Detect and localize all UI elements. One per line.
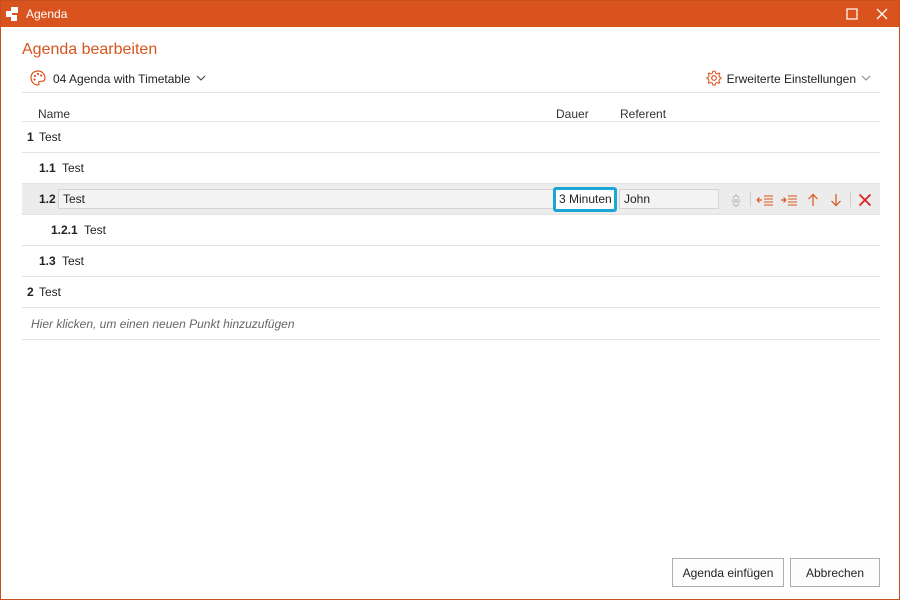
drag-handle-icon[interactable] [727, 191, 745, 209]
action-divider [750, 192, 751, 207]
item-title: Test [39, 130, 62, 144]
item-number: 1.2.1 [51, 223, 78, 237]
item-title: Test [62, 254, 85, 268]
column-header-duration: Dauer [556, 107, 589, 121]
item-number: 1.3 [39, 254, 56, 268]
maximize-button[interactable] [837, 1, 867, 27]
agenda-row-1-1[interactable]: 1.1 Test [22, 153, 880, 184]
close-button[interactable] [867, 1, 897, 27]
list-end-divider [22, 339, 880, 340]
item-title-input[interactable]: Test [58, 189, 570, 209]
column-header-name: Name [38, 107, 71, 121]
window-title: Agenda [26, 7, 68, 21]
cancel-button[interactable]: Abbrechen [790, 558, 880, 587]
indent-icon[interactable] [780, 191, 798, 209]
template-dropdown[interactable]: 04 Agenda with Timetable [29, 69, 206, 89]
title-bar[interactable]: Agenda [1, 1, 899, 27]
item-title: Test [62, 161, 85, 175]
app-logo-icon [5, 6, 21, 22]
toolbar-divider [22, 92, 880, 93]
agenda-window: Agenda Agenda bearbeiten 04 Agenda with … [0, 0, 900, 600]
outdent-icon[interactable] [756, 191, 774, 209]
advanced-settings-dropdown[interactable]: Erweiterte Einstellungen [706, 69, 871, 89]
duration-input[interactable]: 3 Minuten [553, 187, 617, 212]
arrow-up-icon[interactable] [804, 191, 822, 209]
action-divider [850, 192, 851, 207]
item-number: 1 [27, 130, 34, 144]
agenda-row-1[interactable]: 1 Test [22, 122, 880, 153]
dialog-heading: Agenda bearbeiten [22, 41, 158, 58]
agenda-row-1-3[interactable]: 1.3 Test [22, 246, 880, 277]
item-title: Test [39, 285, 62, 299]
template-label: 04 Agenda with Timetable [53, 72, 191, 86]
delete-icon[interactable] [856, 191, 874, 209]
item-number: 2 [27, 285, 34, 299]
palette-icon [29, 69, 47, 90]
advanced-settings-label: Erweiterte Einstellungen [726, 72, 856, 86]
item-title: Test [84, 223, 107, 237]
agenda-row-2[interactable]: 2 Test [22, 277, 880, 308]
chevron-down-icon [196, 72, 206, 86]
speaker-input[interactable]: John [619, 189, 719, 209]
agenda-row-1-2-1[interactable]: 1.2.1 Test [22, 215, 880, 246]
agenda-row-1-2[interactable]: 1.2 Test 3 Minuten John [22, 184, 880, 215]
chevron-down-icon [861, 72, 871, 86]
arrow-down-icon[interactable] [827, 191, 845, 209]
item-number: 1.2 [39, 192, 56, 206]
insert-agenda-button[interactable]: Agenda einfügen [672, 558, 784, 587]
item-number: 1.1 [39, 161, 56, 175]
gear-icon [706, 70, 722, 89]
add-item-hint[interactable]: Hier klicken, um einen neuen Punkt hinzu… [31, 317, 295, 331]
column-header-speaker: Referent [620, 107, 667, 121]
